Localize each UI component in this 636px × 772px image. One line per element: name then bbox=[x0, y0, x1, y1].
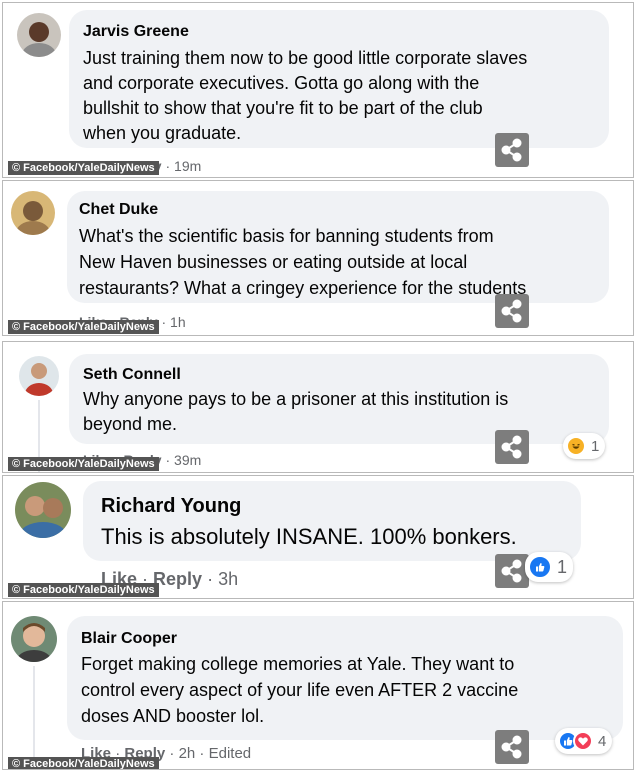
avatar[interactable] bbox=[11, 616, 57, 662]
comment-author[interactable]: Blair Cooper bbox=[81, 630, 177, 648]
photo-credit: © Facebook/YaleDailyNews bbox=[8, 457, 159, 471]
comment-panel: Jarvis Greene Just training them now to … bbox=[2, 2, 634, 178]
avatar[interactable] bbox=[19, 356, 59, 396]
comment-text: Why anyone pays to be a prisoner at this… bbox=[83, 387, 508, 437]
share-button[interactable] bbox=[495, 730, 529, 764]
edited-label[interactable]: Edited bbox=[209, 745, 252, 762]
comment-panel: Chet Duke What's the scientific basis fo… bbox=[2, 180, 634, 336]
separator: · bbox=[169, 745, 179, 762]
share-button[interactable] bbox=[495, 294, 529, 328]
comment-bubble: Chet Duke What's the scientific basis fo… bbox=[67, 191, 609, 303]
separator: · bbox=[165, 158, 175, 174]
comment-author[interactable]: Richard Young bbox=[101, 495, 241, 518]
comment-panel: Blair Cooper Forget making college memor… bbox=[2, 601, 634, 770]
share-icon bbox=[501, 735, 522, 759]
separator: · bbox=[207, 569, 219, 589]
avatar[interactable] bbox=[15, 482, 71, 538]
love-icon bbox=[573, 731, 593, 751]
comment-time[interactable]: 3h bbox=[218, 569, 238, 589]
comment-panel: Richard Young This is absolutely INSANE.… bbox=[2, 475, 634, 599]
comment-line: beyond me. bbox=[83, 414, 178, 434]
share-icon bbox=[501, 138, 522, 162]
haha-icon bbox=[566, 436, 586, 456]
comment-time[interactable]: 1h bbox=[170, 314, 186, 330]
share-icon bbox=[501, 559, 522, 583]
reaction-summary[interactable]: 1 bbox=[563, 433, 606, 459]
reaction-count: 1 bbox=[557, 556, 568, 577]
share-button[interactable] bbox=[495, 133, 529, 167]
photo-credit: © Facebook/YaleDailyNews bbox=[8, 583, 159, 597]
reaction-summary[interactable]: 4 bbox=[555, 728, 613, 754]
comment-line: Just training them now to be good little… bbox=[83, 48, 528, 68]
separator: · bbox=[199, 745, 209, 762]
like-icon bbox=[528, 555, 552, 579]
avatar[interactable] bbox=[17, 13, 61, 57]
share-icon bbox=[501, 435, 522, 459]
reaction-summary[interactable]: 1 bbox=[525, 552, 574, 582]
separator: · bbox=[165, 452, 175, 468]
separator: · bbox=[161, 314, 171, 330]
comment-time[interactable]: 39m bbox=[174, 452, 201, 468]
comment-line: New Haven businesses or eating outside a… bbox=[79, 252, 468, 272]
comment-line: Forget making college memories at Yale. … bbox=[81, 654, 515, 674]
comment-line: restaurants? What a cringey experience f… bbox=[79, 278, 527, 298]
comment-author[interactable]: Chet Duke bbox=[79, 201, 158, 219]
share-button[interactable] bbox=[495, 554, 529, 588]
comment-text: What's the scientific basis for banning … bbox=[79, 223, 526, 301]
reaction-count: 1 bbox=[591, 437, 600, 455]
photo-credit: © Facebook/YaleDailyNews bbox=[8, 320, 159, 334]
comment-author[interactable]: Jarvis Greene bbox=[83, 23, 189, 41]
comment-text: Just training them now to be good little… bbox=[83, 46, 527, 146]
comment-bubble: Jarvis Greene Just training them now to … bbox=[69, 10, 609, 148]
photo-credit: © Facebook/YaleDailyNews bbox=[8, 757, 159, 769]
comment-author[interactable]: Seth Connell bbox=[83, 366, 181, 384]
comment-text: This is absolutely INSANE. 100% bonkers. bbox=[101, 523, 517, 551]
comment-time[interactable]: 19m bbox=[174, 158, 201, 174]
comment-bubble: Richard Young This is absolutely INSANE.… bbox=[83, 481, 581, 561]
reply-thread-line bbox=[33, 666, 35, 769]
reply-button[interactable]: Reply bbox=[153, 569, 202, 589]
comment-line: Why anyone pays to be a prisoner at this… bbox=[83, 389, 509, 409]
comment-line: control every aspect of your life even A… bbox=[81, 680, 519, 700]
comment-bubble: Blair Cooper Forget making college memor… bbox=[67, 616, 623, 740]
share-icon bbox=[501, 299, 522, 323]
comment-line: bullshit to show that you're fit to be p… bbox=[83, 98, 483, 118]
avatar[interactable] bbox=[11, 191, 55, 235]
comment-time[interactable]: 2h bbox=[179, 745, 196, 762]
comment-line: when you graduate. bbox=[83, 123, 242, 143]
comment-line: and corporate executives. Gotta go along… bbox=[83, 73, 480, 93]
comment-text: Forget making college memories at Yale. … bbox=[81, 651, 518, 729]
comment-line: What's the scientific basis for banning … bbox=[79, 226, 494, 246]
comment-line: This is absolutely INSANE. 100% bonkers. bbox=[101, 524, 517, 549]
share-button[interactable] bbox=[495, 430, 529, 464]
comment-line: doses AND booster lol. bbox=[81, 706, 265, 726]
photo-credit: © Facebook/YaleDailyNews bbox=[8, 161, 159, 175]
reaction-count: 4 bbox=[598, 732, 607, 750]
comment-panel: Seth Connell Why anyone pays to be a pri… bbox=[2, 341, 634, 473]
